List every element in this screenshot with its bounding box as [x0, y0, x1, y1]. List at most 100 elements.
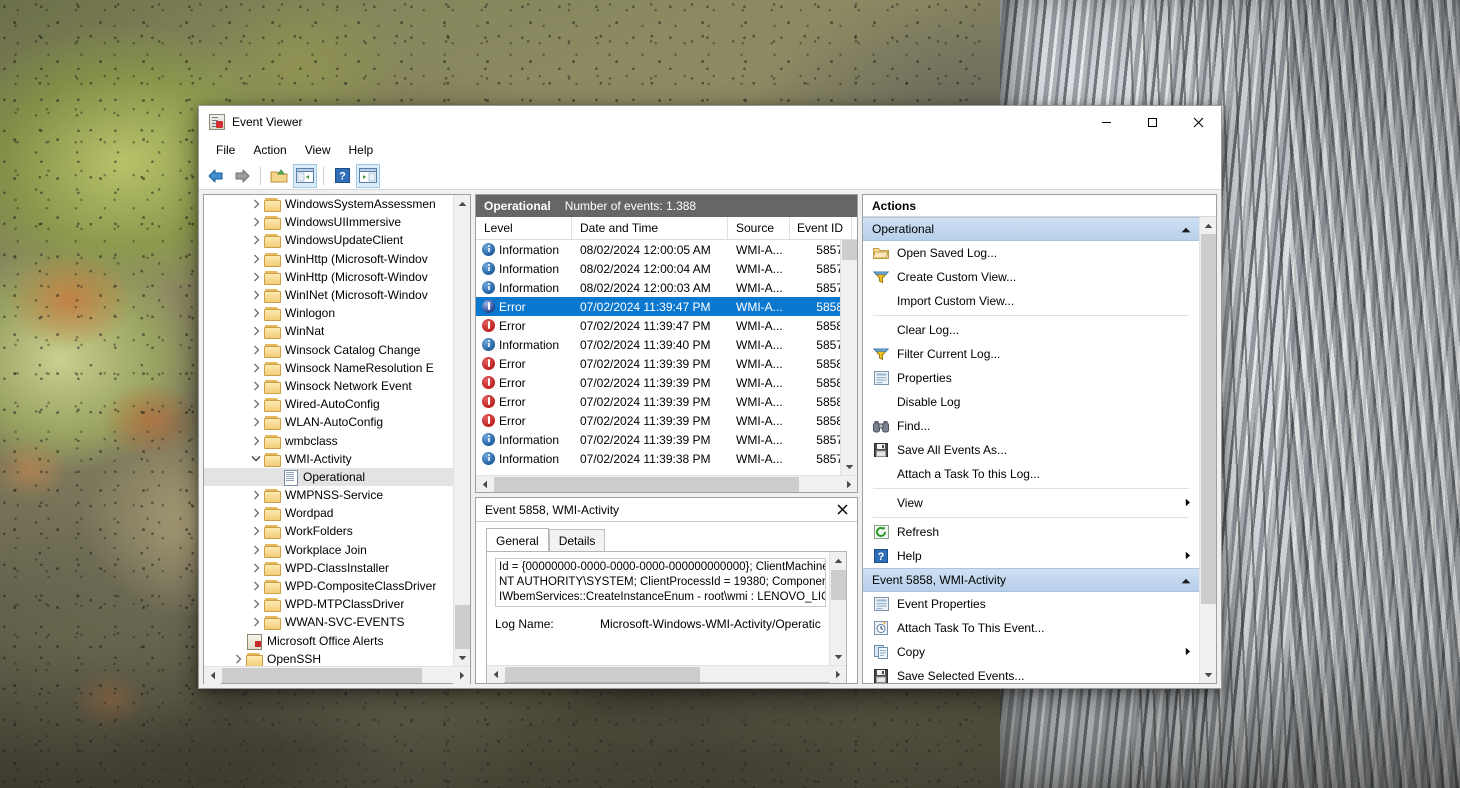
- actions-vertical-scrollbar[interactable]: [1199, 217, 1216, 683]
- chevron-right-icon[interactable]: [248, 342, 264, 358]
- chevron-right-icon[interactable]: [248, 523, 264, 539]
- chevron-right-icon[interactable]: [248, 578, 264, 594]
- event-detail-vertical-scrollbar[interactable]: [829, 552, 846, 665]
- tree-horizontal-scrollbar[interactable]: [204, 666, 470, 683]
- tree-item[interactable]: WPD-CompositeClassDriver: [204, 577, 470, 595]
- chevron-right-icon[interactable]: [248, 433, 264, 449]
- action-item[interactable]: Create Custom View...: [863, 265, 1199, 289]
- help-button[interactable]: ?: [330, 164, 354, 188]
- tree-scroll-right-button[interactable]: [453, 667, 470, 684]
- close-icon[interactable]: [833, 501, 851, 519]
- action-item[interactable]: Save Selected Events...: [863, 664, 1199, 683]
- column-header-task-category[interactable]: [852, 217, 857, 239]
- action-item[interactable]: Refresh: [863, 520, 1199, 544]
- action-item[interactable]: Disable Log: [863, 390, 1199, 414]
- chevron-right-icon[interactable]: [248, 542, 264, 558]
- chevron-right-icon[interactable]: [248, 614, 264, 630]
- close-button[interactable]: [1175, 106, 1221, 138]
- tree-item[interactable]: WMI-Activity: [204, 450, 470, 468]
- chevron-right-icon[interactable]: [248, 560, 264, 576]
- tree-item[interactable]: WWAN-SVC-EVENTS: [204, 613, 470, 631]
- event-detail-scroll-up-button[interactable]: [830, 552, 846, 569]
- chevron-right-icon[interactable]: [248, 214, 264, 230]
- event-row[interactable]: Information07/02/2024 11:39:38 PMWMI-A..…: [476, 449, 857, 468]
- event-detail-scroll-right-button[interactable]: [829, 666, 846, 683]
- event-list-vertical-scrollbar[interactable]: [840, 240, 857, 475]
- chevron-right-icon[interactable]: [248, 251, 264, 267]
- action-item[interactable]: Attach Task To This Event...: [863, 616, 1199, 640]
- chevron-up-icon[interactable]: [1181, 573, 1191, 587]
- event-row[interactable]: Error07/02/2024 11:39:39 PMWMI-A...5858: [476, 354, 857, 373]
- tree-item[interactable]: WLAN-AutoConfig: [204, 413, 470, 431]
- tree-item[interactable]: WindowsUIImmersive: [204, 213, 470, 231]
- back-button[interactable]: [204, 164, 228, 188]
- maximize-button[interactable]: [1129, 106, 1175, 138]
- show-hide-action-pane-button[interactable]: [356, 164, 380, 188]
- tree-item[interactable]: Workplace Join: [204, 541, 470, 559]
- chevron-right-icon[interactable]: [230, 651, 246, 666]
- tree-item[interactable]: Winsock Network Event: [204, 377, 470, 395]
- event-detail-hscrollbar-thumb[interactable]: [505, 667, 700, 682]
- tree-item[interactable]: WinHttp (Microsoft-Windov: [204, 268, 470, 286]
- menu-file[interactable]: File: [207, 140, 244, 160]
- up-one-level-button[interactable]: [267, 164, 291, 188]
- action-item[interactable]: Attach a Task To this Log...: [863, 462, 1199, 486]
- minimize-button[interactable]: [1083, 106, 1129, 138]
- tree-item[interactable]: wmbclass: [204, 431, 470, 449]
- event-row[interactable]: Error07/02/2024 11:39:39 PMWMI-A...5858: [476, 411, 857, 430]
- action-item[interactable]: Save All Events As...: [863, 438, 1199, 462]
- action-item[interactable]: Import Custom View...: [863, 289, 1199, 313]
- action-item[interactable]: Copy: [863, 640, 1199, 664]
- event-grid-rows-area[interactable]: Information08/02/2024 12:00:05 AMWMI-A..…: [476, 240, 857, 475]
- tab-details[interactable]: Details: [549, 529, 606, 552]
- event-detail-scrollbar-thumb[interactable]: [831, 570, 846, 600]
- tree-item[interactable]: WPD-MTPClassDriver: [204, 595, 470, 613]
- tree-item[interactable]: Winsock Catalog Change: [204, 341, 470, 359]
- tree-item[interactable]: Wired-AutoConfig: [204, 395, 470, 413]
- event-row[interactable]: Error07/02/2024 11:39:47 PMWMI-A...5858: [476, 297, 857, 316]
- tree-item[interactable]: Wordpad: [204, 504, 470, 522]
- chevron-right-icon[interactable]: [248, 305, 264, 321]
- chevron-right-icon[interactable]: [248, 505, 264, 521]
- event-detail-content[interactable]: Id = {00000000-0000-0000-0000-0000000000…: [487, 552, 846, 665]
- chevron-right-icon[interactable]: [248, 323, 264, 339]
- event-row[interactable]: Error07/02/2024 11:39:39 PMWMI-A...5858: [476, 373, 857, 392]
- tree-item[interactable]: WinHttp (Microsoft-Windov: [204, 250, 470, 268]
- event-detail-scroll-down-button[interactable]: [830, 648, 846, 665]
- tab-general[interactable]: General: [486, 528, 549, 551]
- chevron-right-icon[interactable]: [248, 596, 264, 612]
- menu-help[interactable]: Help: [340, 140, 383, 160]
- action-item[interactable]: Clear Log...: [863, 318, 1199, 342]
- tree-item[interactable]: Operational: [204, 468, 470, 486]
- actions-scrollbar-thumb[interactable]: [1201, 234, 1216, 604]
- event-list-scroll-right-button[interactable]: [840, 476, 857, 492]
- event-row[interactable]: Error07/02/2024 11:39:39 PMWMI-A...5858: [476, 392, 857, 411]
- tree-vertical-scrollbar[interactable]: [453, 195, 470, 666]
- chevron-right-icon[interactable]: [248, 360, 264, 376]
- actions-section-header[interactable]: Operational: [863, 217, 1199, 241]
- action-item[interactable]: Event Properties: [863, 592, 1199, 616]
- tree-item[interactable]: Winlogon: [204, 304, 470, 322]
- chevron-right-icon[interactable]: [248, 287, 264, 303]
- tree-hscrollbar-thumb[interactable]: [222, 668, 422, 683]
- event-row[interactable]: Information07/02/2024 11:39:39 PMWMI-A..…: [476, 430, 857, 449]
- tree-item[interactable]: WindowsUpdateClient: [204, 231, 470, 249]
- actions-scroll-up-button[interactable]: [1200, 217, 1217, 234]
- tree-item[interactable]: WorkFolders: [204, 522, 470, 540]
- event-list-hscrollbar-thumb[interactable]: [494, 477, 799, 492]
- column-header-source[interactable]: Source: [728, 217, 790, 239]
- tree-item[interactable]: OpenSSH: [204, 650, 470, 666]
- menu-view[interactable]: View: [296, 140, 340, 160]
- event-row[interactable]: Information08/02/2024 12:00:03 AMWMI-A..…: [476, 278, 857, 297]
- chevron-right-icon[interactable]: [248, 414, 264, 430]
- tree-scroll-down-button[interactable]: [454, 649, 470, 666]
- chevron-right-icon[interactable]: [248, 378, 264, 394]
- column-header-level[interactable]: Level: [476, 217, 572, 239]
- tree-item[interactable]: Winsock NameResolution E: [204, 359, 470, 377]
- event-list-scroll-left-button[interactable]: [476, 476, 493, 492]
- event-detail-scroll-left-button[interactable]: [487, 666, 504, 683]
- action-item[interactable]: ?Help: [863, 544, 1199, 568]
- menu-action[interactable]: Action: [244, 140, 295, 160]
- actions-scroll-down-button[interactable]: [1200, 666, 1217, 683]
- event-list-scroll-down-button[interactable]: [841, 458, 857, 475]
